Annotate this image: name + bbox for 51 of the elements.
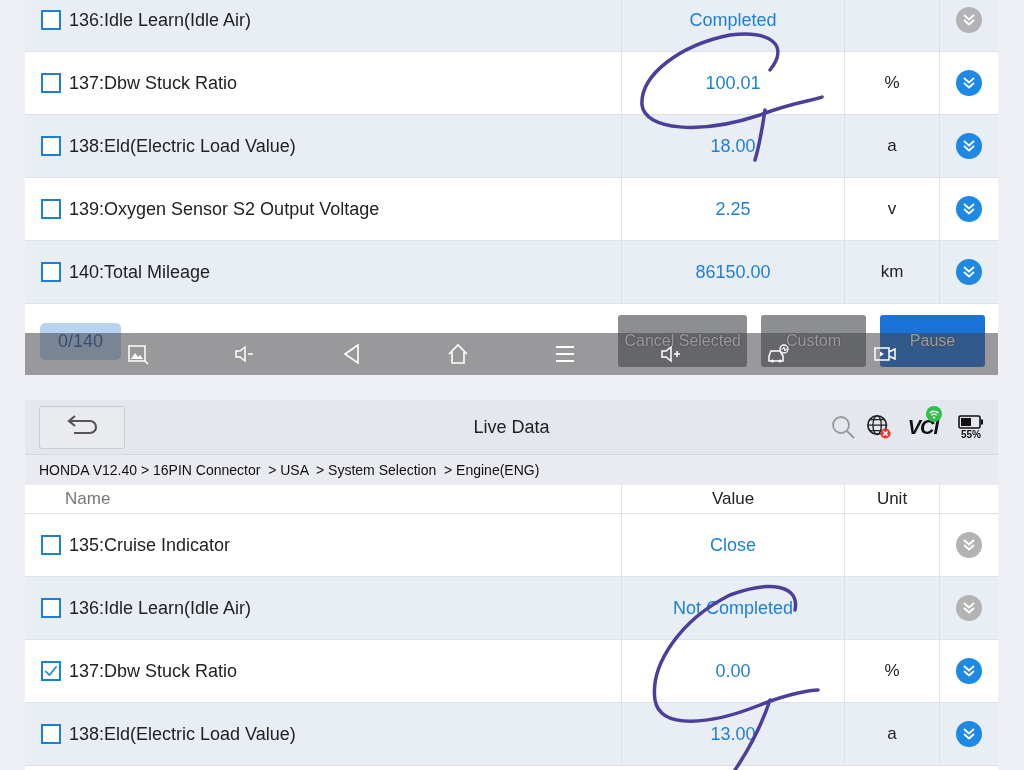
parameter-name: 138:Eld(Electric Load Value): [69, 135, 296, 157]
parameter-name: 137:Dbw Stuck Ratio: [69, 660, 238, 682]
parameter-unit: km: [880, 262, 904, 282]
expand-icon[interactable]: [956, 133, 982, 159]
checkbox[interactable]: [41, 262, 61, 282]
parameter-value: 13.00: [710, 723, 756, 745]
parameter-value: 18.00: [710, 135, 756, 157]
back-button[interactable]: [39, 405, 125, 449]
checkbox[interactable]: [41, 73, 61, 93]
column-header: Value: [711, 489, 755, 509]
parameter-value: Close: [710, 534, 756, 556]
parameter-name: 135:Cruise Indicator: [69, 534, 231, 556]
screen-title: Live Data: [473, 416, 550, 438]
parameter-name: 139:Oxygen Sensor S2 Output Voltage: [69, 198, 380, 220]
parameter-value: Not Completed: [672, 597, 794, 619]
parameter-value: 86150.00: [695, 261, 771, 283]
battery-percentage: 55%: [961, 428, 981, 440]
expand-icon[interactable]: [956, 259, 982, 285]
parameter-unit: v: [887, 199, 897, 219]
parameter-name: 137:Dbw Stuck Ratio: [69, 72, 238, 94]
parameter-value: 2.25: [715, 198, 751, 220]
checkbox[interactable]: [41, 661, 61, 681]
expand-icon[interactable]: [956, 658, 982, 684]
expand-icon[interactable]: [956, 70, 982, 96]
parameter-value: 0.00: [715, 660, 751, 682]
breadcrumb-path: HONDA V12.40 > 16PIN Connector > USA > System Selection > Engine(ENG): [39, 462, 540, 478]
parameter-name: 136:Idle Learn(Idle Air): [69, 9, 252, 31]
parameter-name: 140:Total Mileage: [69, 261, 211, 283]
parameter-value: Completed: [689, 9, 777, 31]
selected-counter: 0/140: [40, 323, 122, 360]
parameter-unit: %: [884, 73, 900, 93]
screenshot-icon[interactable]: [126, 342, 151, 366]
expand-icon[interactable]: [956, 721, 982, 747]
checkbox[interactable]: [41, 724, 61, 744]
checkbox[interactable]: [41, 199, 61, 219]
vci-connection-label: VCI: [907, 415, 938, 439]
wifi-icon: [926, 406, 942, 422]
search-icon[interactable]: [829, 414, 856, 440]
checkbox[interactable]: [41, 136, 61, 156]
parameter-unit: %: [884, 661, 900, 681]
expand-icon[interactable]: [956, 196, 982, 222]
parameter-name: 138:Eld(Electric Load Value): [69, 723, 296, 745]
column-header: Name: [65, 489, 111, 509]
battery-icon: [958, 414, 984, 429]
parameter-unit: a: [887, 724, 897, 744]
globe-error-icon[interactable]: [865, 414, 892, 440]
action-button[interactable]: Pause: [880, 315, 985, 367]
column-header: Unit: [876, 489, 908, 509]
parameter-unit: a: [887, 136, 897, 156]
parameter-name: 136:Idle Learn(Idle Air): [69, 597, 252, 619]
parameter-value: 100.01: [705, 72, 761, 94]
